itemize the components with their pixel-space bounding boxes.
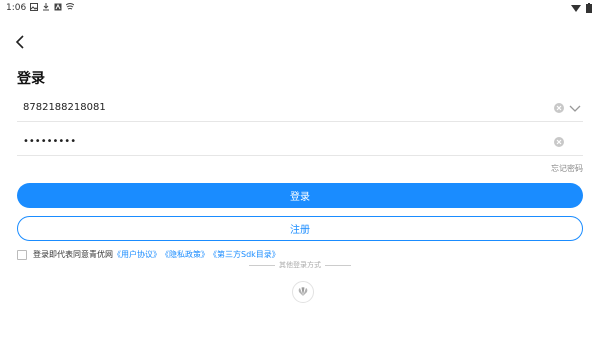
agreement-text: 登录即代表同意青优网: [33, 250, 113, 259]
password-field: [17, 129, 583, 156]
clear-icon[interactable]: [554, 103, 564, 113]
app-notification-icon: [54, 3, 62, 11]
register-button[interactable]: 注册: [17, 216, 583, 241]
back-icon[interactable]: [12, 33, 30, 51]
status-time: 1:06: [6, 3, 27, 13]
wifi-icon: [571, 5, 581, 12]
login-button[interactable]: 登录: [17, 183, 583, 208]
divider-line: [325, 264, 351, 266]
password-input[interactable]: [23, 136, 503, 147]
huawei-logo-icon: [298, 287, 308, 296]
third-party-sdk-link[interactable]: 《第三方Sdk目录》: [209, 249, 280, 260]
page-title: 登录: [17, 71, 45, 87]
download-icon: [43, 3, 49, 11]
notification-icons: [30, 3, 74, 11]
battery-icon: [586, 3, 592, 13]
divider-line: [249, 264, 275, 266]
image-icon: [30, 3, 38, 11]
other-login-label: 其他登录方式: [279, 261, 321, 269]
system-icons: [571, 3, 592, 13]
clear-icon[interactable]: [554, 137, 564, 147]
user-agreement-link[interactable]: 《用户协议》: [113, 249, 161, 260]
agreement-row: 登录即代表同意青优网 《用户协议》 《隐私政策》 《第三方Sdk目录》: [17, 249, 280, 260]
status-bar: 1:06: [0, 0, 600, 16]
chevron-down-icon[interactable]: [569, 103, 581, 113]
other-login-divider: 其他登录方式: [0, 260, 600, 270]
privacy-policy-link[interactable]: 《隐私政策》: [161, 249, 209, 260]
agreement-checkbox[interactable]: [17, 249, 27, 260]
cast-icon: [66, 3, 74, 10]
account-field: [17, 95, 583, 122]
account-input[interactable]: [23, 102, 503, 113]
forgot-password-link[interactable]: 忘记密码: [551, 163, 583, 174]
huawei-login-button[interactable]: [292, 281, 314, 303]
